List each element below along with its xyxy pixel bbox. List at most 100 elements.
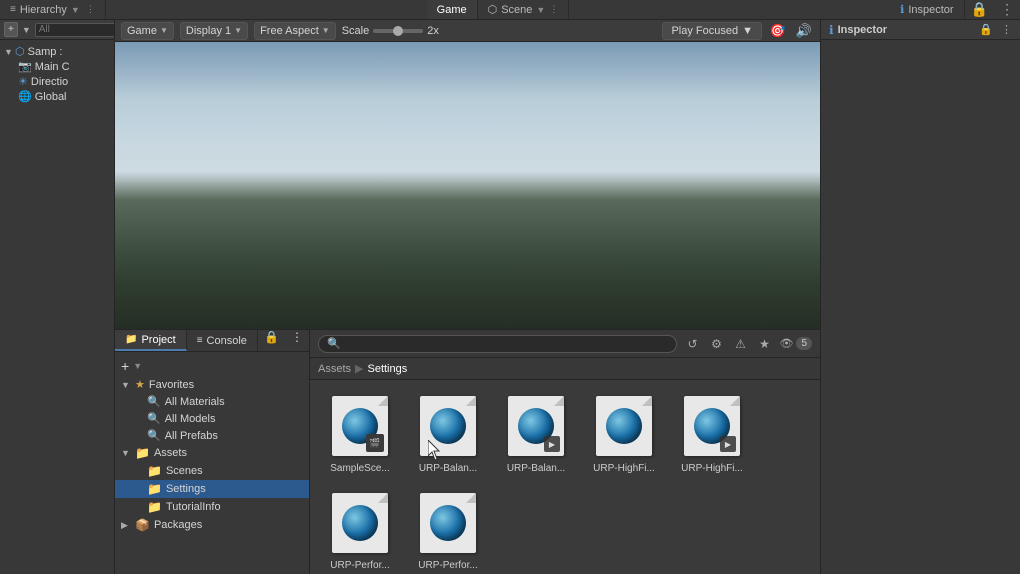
file-label-3: URP-HighFi... <box>593 462 655 475</box>
tree-item-scene[interactable]: ▼ ⬡ Samp : <box>0 44 114 59</box>
play-arrow: ▼ <box>742 25 753 37</box>
hierarchy-search[interactable] <box>35 23 115 37</box>
search-magnifier-icon: 🔍 <box>327 337 341 350</box>
file-item-6[interactable]: URP-Perfor... <box>408 487 488 574</box>
mute-icon[interactable]: 🔊 <box>794 22 814 40</box>
breadcrumb-assets[interactable]: Assets <box>318 363 351 375</box>
tutorial-label: TutorialInfo <box>166 501 221 513</box>
tab-scene[interactable]: ⬡ Scene ▼ ⋮ <box>478 0 570 19</box>
scene-expand-arrow: ▼ <box>4 47 12 57</box>
tab-game[interactable]: Game <box>427 0 478 19</box>
bottom-tab-menu[interactable]: ⋮ <box>285 330 309 351</box>
game-tab-label: Game <box>437 4 467 16</box>
project-tab-icon: 📁 <box>125 334 137 345</box>
tree-item-global[interactable]: 🌐 Global <box>0 89 114 104</box>
tab-hierarchy[interactable]: ≡ Hierarchy ▼ ⋮ <box>0 0 106 19</box>
inspector-body <box>821 40 1020 574</box>
folder-all-materials[interactable]: 🔍 All Materials <box>115 393 309 410</box>
display-option-arrow: ▼ <box>234 26 242 35</box>
file-page-0: 🎬 <box>332 396 388 456</box>
project-add-btn[interactable]: + <box>121 358 129 374</box>
file-label-6: URP-Perfor... <box>418 559 477 572</box>
file-badge-0: 🎬 <box>366 434 384 452</box>
all-materials-label: All Materials <box>165 396 225 408</box>
file-label-0: SampleSce... <box>330 462 389 475</box>
folder-all-prefabs[interactable]: 🔍 All Prefabs <box>115 427 309 444</box>
file-icon-2: ▶ <box>504 394 568 458</box>
display-number-dropdown[interactable]: Display 1 ▼ <box>180 22 248 40</box>
folder-settings[interactable]: 📁 Settings <box>115 480 309 498</box>
search-icon-prefabs: 🔍 <box>147 429 161 442</box>
badge-count: 5 <box>796 337 812 350</box>
tab-inspector[interactable]: ℹ Inspector <box>890 0 964 19</box>
horizon-line <box>115 180 820 181</box>
display-label: Game <box>127 25 157 37</box>
bottom-tab-lock[interactable]: 🔒 <box>258 330 285 351</box>
file-item-4[interactable]: ▶ URP-HighFi... <box>672 390 752 479</box>
aspect-arrow: ▼ <box>322 26 330 35</box>
hierarchy-panel: + ▼ ▼ ⬡ Samp : 📷 Main C ☀ Directio 🌐 Glo… <box>0 20 115 574</box>
top-menu-dots[interactable]: ⋮ <box>994 1 1020 18</box>
file-label-5: URP-Perfor... <box>330 559 389 572</box>
scene-tree-icon: ⬡ <box>15 45 25 58</box>
display-dropdown[interactable]: Game ▼ <box>121 22 174 40</box>
search-icon-models: 🔍 <box>147 412 161 425</box>
folder-favorites[interactable]: ▼ ★ Favorites <box>115 376 309 393</box>
scenes-label: Scenes <box>166 465 203 477</box>
scale-slider[interactable] <box>373 29 423 33</box>
play-label: Play Focused <box>671 25 738 37</box>
all-prefabs-label: All Prefabs <box>165 430 218 442</box>
hierarchy-dropdown-btn[interactable]: ▼ <box>22 25 31 35</box>
packages-arrow: ▶ <box>121 520 131 531</box>
scene-chevron: ▼ <box>536 5 545 15</box>
inspector-lock-btn[interactable]: 🔒 <box>979 23 993 36</box>
file-item-0[interactable]: 🎬 SampleSce... <box>320 390 400 479</box>
top-menu-lock[interactable]: 🔒 <box>965 1 994 18</box>
file-browser-toolbar: 🔍 ↺ ⚙ ⚠ ★ 👁 5 <box>310 330 820 358</box>
hierarchy-tree: ▼ ⬡ Samp : 📷 Main C ☀ Directio 🌐 Global <box>0 40 114 574</box>
file-page-4: ▶ <box>684 396 740 456</box>
refresh-icon[interactable]: ↺ <box>683 335 701 353</box>
tab-project[interactable]: 📁 Project <box>115 330 187 351</box>
folder-assets[interactable]: ▼ 📁 Assets <box>115 444 309 462</box>
bottom-tab-bar: 📁 Project ≡ Console 🔒 ⋮ <box>115 330 309 352</box>
all-models-label: All Models <box>165 413 216 425</box>
file-item-5[interactable]: URP-Perfor... <box>320 487 400 574</box>
main-layout: + ▼ ▼ ⬡ Samp : 📷 Main C ☀ Directio 🌐 Glo… <box>0 20 1020 574</box>
eye-icon-sm: 👁 <box>779 337 793 350</box>
scale-value: 2x <box>427 25 439 37</box>
folder-packages[interactable]: ▶ 📦 Packages <box>115 516 309 534</box>
hierarchy-toolbar: + ▼ <box>0 20 114 40</box>
hierarchy-add-btn[interactable]: + <box>4 22 18 37</box>
project-add-arrow[interactable]: ▼ <box>133 361 142 371</box>
project-tree: + ▼ ▼ ★ Favorites 🔍 All Materials <box>115 352 309 574</box>
file-label-4: URP-HighFi... <box>681 462 743 475</box>
folder-all-models[interactable]: 🔍 All Models <box>115 410 309 427</box>
settings-icon-sm[interactable]: ⚙ <box>707 335 725 353</box>
file-page-3 <box>596 396 652 456</box>
favorites-label: Favorites <box>149 379 194 391</box>
aspect-dropdown[interactable]: Free Aspect ▼ <box>254 22 336 40</box>
tree-item-directional[interactable]: ☀ Directio <box>0 74 114 89</box>
tree-item-maincam[interactable]: 📷 Main C <box>0 59 114 74</box>
settings-folder-icon: 📁 <box>147 482 162 496</box>
warning-icon-sm[interactable]: ⚠ <box>731 335 749 353</box>
game-toolbar: Game ▼ Display 1 ▼ Free Aspect ▼ Scale 2… <box>115 20 820 42</box>
file-page-2: ▶ <box>508 396 564 456</box>
file-item-1[interactable]: URP-Balan... <box>408 390 488 479</box>
inspector-icon-top: ℹ <box>900 3 904 16</box>
play-focused-btn[interactable]: Play Focused ▼ <box>662 22 762 40</box>
gizmo-icon[interactable]: 🎯 <box>768 22 788 40</box>
inspector-menu-btn[interactable]: ⋮ <box>1001 23 1012 36</box>
search-box[interactable]: 🔍 <box>318 335 677 353</box>
folder-scenes[interactable]: 📁 Scenes <box>115 462 309 480</box>
project-add-row: + ▼ <box>115 356 309 376</box>
tab-console[interactable]: ≡ Console <box>187 330 258 351</box>
file-item-3[interactable]: URP-HighFi... <box>584 390 664 479</box>
file-icon-4: ▶ <box>680 394 744 458</box>
file-grid: 🎬 SampleSce... URP-Balan... <box>310 380 820 574</box>
scale-control: Scale 2x <box>342 25 439 37</box>
file-item-2[interactable]: ▶ URP-Balan... <box>496 390 576 479</box>
bookmark-icon[interactable]: ★ <box>755 335 773 353</box>
folder-tutorial[interactable]: 📁 TutorialInfo <box>115 498 309 516</box>
